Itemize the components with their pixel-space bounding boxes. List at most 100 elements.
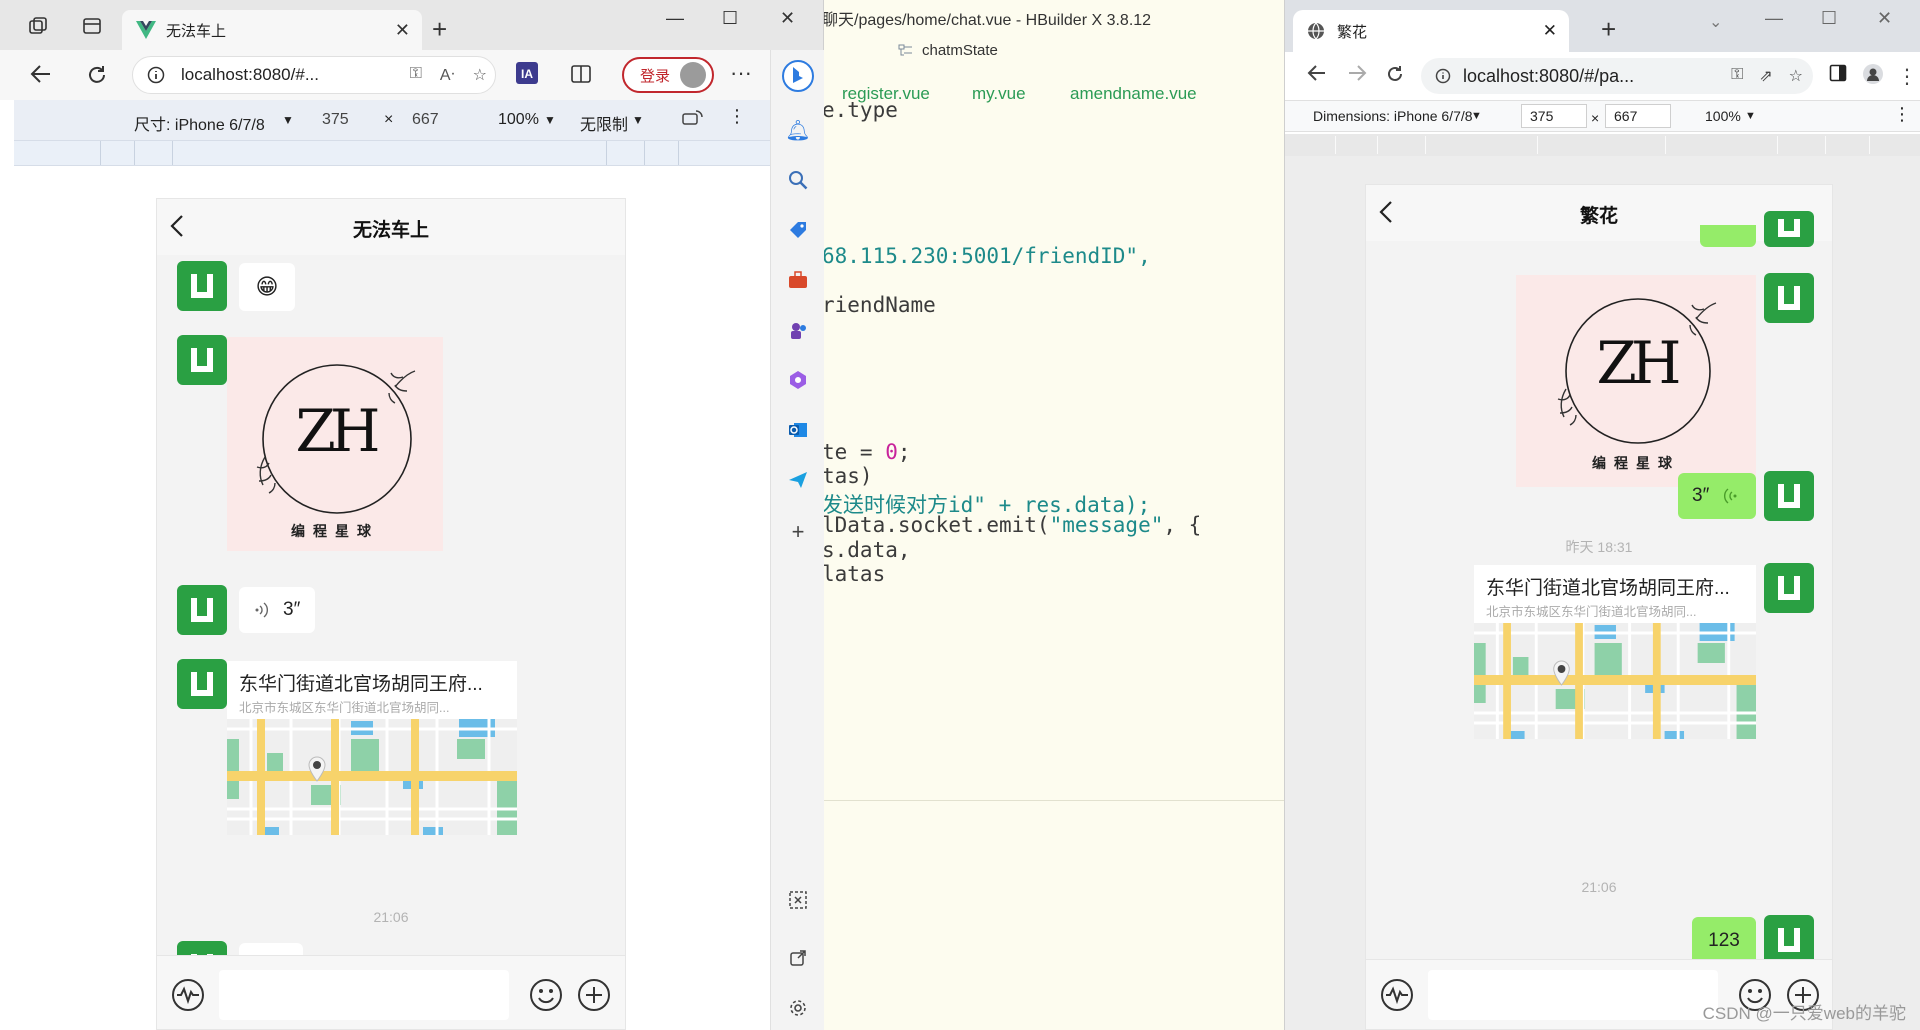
emoji-bubble[interactable]: 😁 bbox=[239, 263, 295, 311]
image-message[interactable]: ZH 编程星球 bbox=[1516, 275, 1756, 487]
avatar[interactable] bbox=[177, 261, 227, 311]
side-panel-icon[interactable] bbox=[1829, 64, 1847, 82]
device-select[interactable]: 尺寸: iPhone 6/7/8 bbox=[134, 111, 265, 135]
tab-search-icon[interactable]: ⌄ bbox=[1709, 12, 1722, 32]
voice-duration: 3″ bbox=[283, 599, 301, 620]
screenshot-icon[interactable] bbox=[784, 886, 812, 914]
chrome-window: 繁花 ✕ + ⌄ — ☐ ✕ localhost:8080/#/pa... ⚿ … bbox=[1284, 0, 1920, 1030]
send-icon[interactable] bbox=[784, 466, 812, 494]
device-select[interactable]: Dimensions: iPhone 6/7/8 bbox=[1313, 108, 1473, 124]
voice-wave-icon bbox=[1723, 488, 1737, 504]
image-message[interactable]: ZH 编程星球 bbox=[227, 337, 443, 551]
rotate-icon[interactable] bbox=[682, 108, 704, 128]
avatar[interactable] bbox=[1764, 471, 1814, 521]
search-icon[interactable] bbox=[784, 166, 812, 194]
profile-icon[interactable] bbox=[1863, 64, 1883, 84]
maximize-icon[interactable]: ☐ bbox=[1821, 8, 1837, 29]
refresh-icon[interactable] bbox=[86, 64, 108, 86]
ide-breadcrumb[interactable]: chatmState bbox=[898, 42, 998, 59]
voice-input-icon[interactable] bbox=[1380, 978, 1414, 1012]
avatar[interactable] bbox=[1764, 273, 1814, 323]
new-tab-button[interactable]: + bbox=[432, 14, 447, 45]
add-sidebar-icon[interactable]: + bbox=[784, 518, 812, 546]
more-menu-icon[interactable]: ··· bbox=[730, 60, 752, 86]
location-message[interactable]: 东华门街道北官场胡同王府... 北京市东城区东华门街道北官场胡同... bbox=[227, 661, 517, 835]
avatar[interactable] bbox=[1764, 563, 1814, 613]
tab-my-vue[interactable]: my.vue bbox=[972, 84, 1026, 104]
close-window-icon[interactable]: ✕ bbox=[780, 8, 795, 29]
emoji-bubble[interactable] bbox=[1700, 225, 1756, 247]
back-icon[interactable] bbox=[1307, 64, 1327, 82]
external-link-icon[interactable] bbox=[784, 944, 812, 972]
logo-subtitle: 编程星球 bbox=[1592, 455, 1680, 471]
tab-actions-icon[interactable] bbox=[82, 16, 102, 36]
voice-bubble[interactable]: 3″ bbox=[239, 587, 315, 633]
favorite-star-icon[interactable]: ☆ bbox=[473, 65, 487, 85]
text-bubble[interactable]: 123 bbox=[1692, 917, 1756, 965]
toolbox-icon[interactable] bbox=[784, 266, 812, 294]
key-icon[interactable]: ⚿ bbox=[410, 65, 422, 85]
forward-icon[interactable] bbox=[1347, 64, 1367, 82]
avatar[interactable] bbox=[177, 659, 227, 709]
bookmark-star-icon[interactable]: ☆ bbox=[1789, 66, 1803, 86]
office-icon[interactable] bbox=[784, 366, 812, 394]
dropdown-caret-icon: ▼ bbox=[632, 113, 644, 127]
share-icon[interactable]: ⇗ bbox=[1759, 66, 1772, 86]
close-icon[interactable]: ✕ bbox=[395, 20, 410, 41]
key-icon[interactable]: ⚿ bbox=[1731, 66, 1743, 86]
info-icon bbox=[1435, 68, 1451, 84]
avatar[interactable] bbox=[1764, 915, 1814, 965]
zoom-select[interactable]: 100% bbox=[498, 111, 539, 129]
login-button[interactable]: 登录 bbox=[622, 57, 714, 93]
device-more-icon[interactable]: ⋮ bbox=[1893, 104, 1911, 125]
device-more-icon[interactable]: ⋮ bbox=[728, 106, 746, 127]
chrome-tab[interactable]: 繁花 ✕ bbox=[1293, 10, 1569, 52]
maximize-icon[interactable]: ☐ bbox=[722, 8, 738, 29]
height-field[interactable]: 667 bbox=[412, 111, 439, 129]
bing-chat-icon[interactable] bbox=[780, 58, 816, 94]
minimize-icon[interactable]: — bbox=[1765, 8, 1783, 29]
width-field[interactable]: 375 bbox=[322, 111, 349, 129]
code-line: te = 0; bbox=[822, 440, 911, 464]
outlook-icon[interactable] bbox=[784, 416, 812, 444]
address-bar[interactable]: localhost:8080/#... ⚿ Aᐧ ☆ bbox=[132, 56, 496, 94]
add-icon[interactable] bbox=[577, 978, 611, 1012]
dropdown-caret-icon: ▼ bbox=[1745, 110, 1756, 122]
height-field[interactable]: 667 bbox=[1605, 104, 1671, 128]
ia-extension-icon[interactable]: IA bbox=[516, 62, 538, 84]
width-field[interactable]: 375 bbox=[1521, 104, 1587, 128]
chrome-menu-icon[interactable]: ⋮ bbox=[1897, 64, 1917, 89]
read-aloud-icon[interactable]: Aᐧ bbox=[440, 65, 455, 85]
throttle-select[interactable]: 无限制 bbox=[580, 111, 628, 135]
edge-toolbar: localhost:8080/#... ⚿ Aᐧ ☆ IA 登录 ··· bbox=[0, 50, 770, 100]
split-screen-icon[interactable] bbox=[570, 64, 592, 84]
tag-icon[interactable] bbox=[784, 216, 812, 244]
edge-tab[interactable]: 无法车上 ✕ bbox=[122, 10, 422, 50]
message-input[interactable] bbox=[219, 970, 509, 1020]
chat-input-bar bbox=[157, 955, 625, 1029]
minimize-icon[interactable]: — bbox=[666, 8, 684, 29]
bell-icon[interactable]: 🔔︎ bbox=[784, 116, 812, 144]
message-input[interactable] bbox=[1428, 970, 1718, 1020]
emoji-icon[interactable] bbox=[529, 978, 563, 1012]
tab-amendname-vue[interactable]: amendname.vue bbox=[1070, 84, 1197, 104]
code-token: "message" bbox=[1049, 513, 1164, 537]
workspaces-icon[interactable] bbox=[28, 16, 48, 36]
back-icon[interactable] bbox=[30, 64, 52, 84]
games-icon[interactable] bbox=[784, 316, 812, 344]
refresh-icon[interactable] bbox=[1385, 64, 1405, 84]
avatar[interactable] bbox=[177, 585, 227, 635]
address-bar[interactable]: localhost:8080/#/pa... ⚿ ⇗ ☆ bbox=[1421, 58, 1813, 94]
chat-title: 繁花 bbox=[1579, 206, 1618, 227]
avatar[interactable] bbox=[1764, 211, 1814, 247]
voice-input-icon[interactable] bbox=[171, 978, 205, 1012]
settings-gear-icon[interactable] bbox=[784, 994, 812, 1022]
close-window-icon[interactable]: ✕ bbox=[1877, 8, 1892, 29]
new-tab-button[interactable]: + bbox=[1601, 14, 1616, 45]
close-icon[interactable]: ✕ bbox=[1543, 21, 1557, 41]
avatar[interactable] bbox=[177, 335, 227, 385]
voice-bubble[interactable]: 3″ bbox=[1678, 473, 1756, 519]
location-message[interactable]: 东华门街道北官场胡同王府... 北京市东城区东华门街道北官场胡同... bbox=[1474, 565, 1756, 739]
code-token: 0 bbox=[885, 440, 898, 464]
zoom-select[interactable]: 100% bbox=[1705, 108, 1741, 124]
